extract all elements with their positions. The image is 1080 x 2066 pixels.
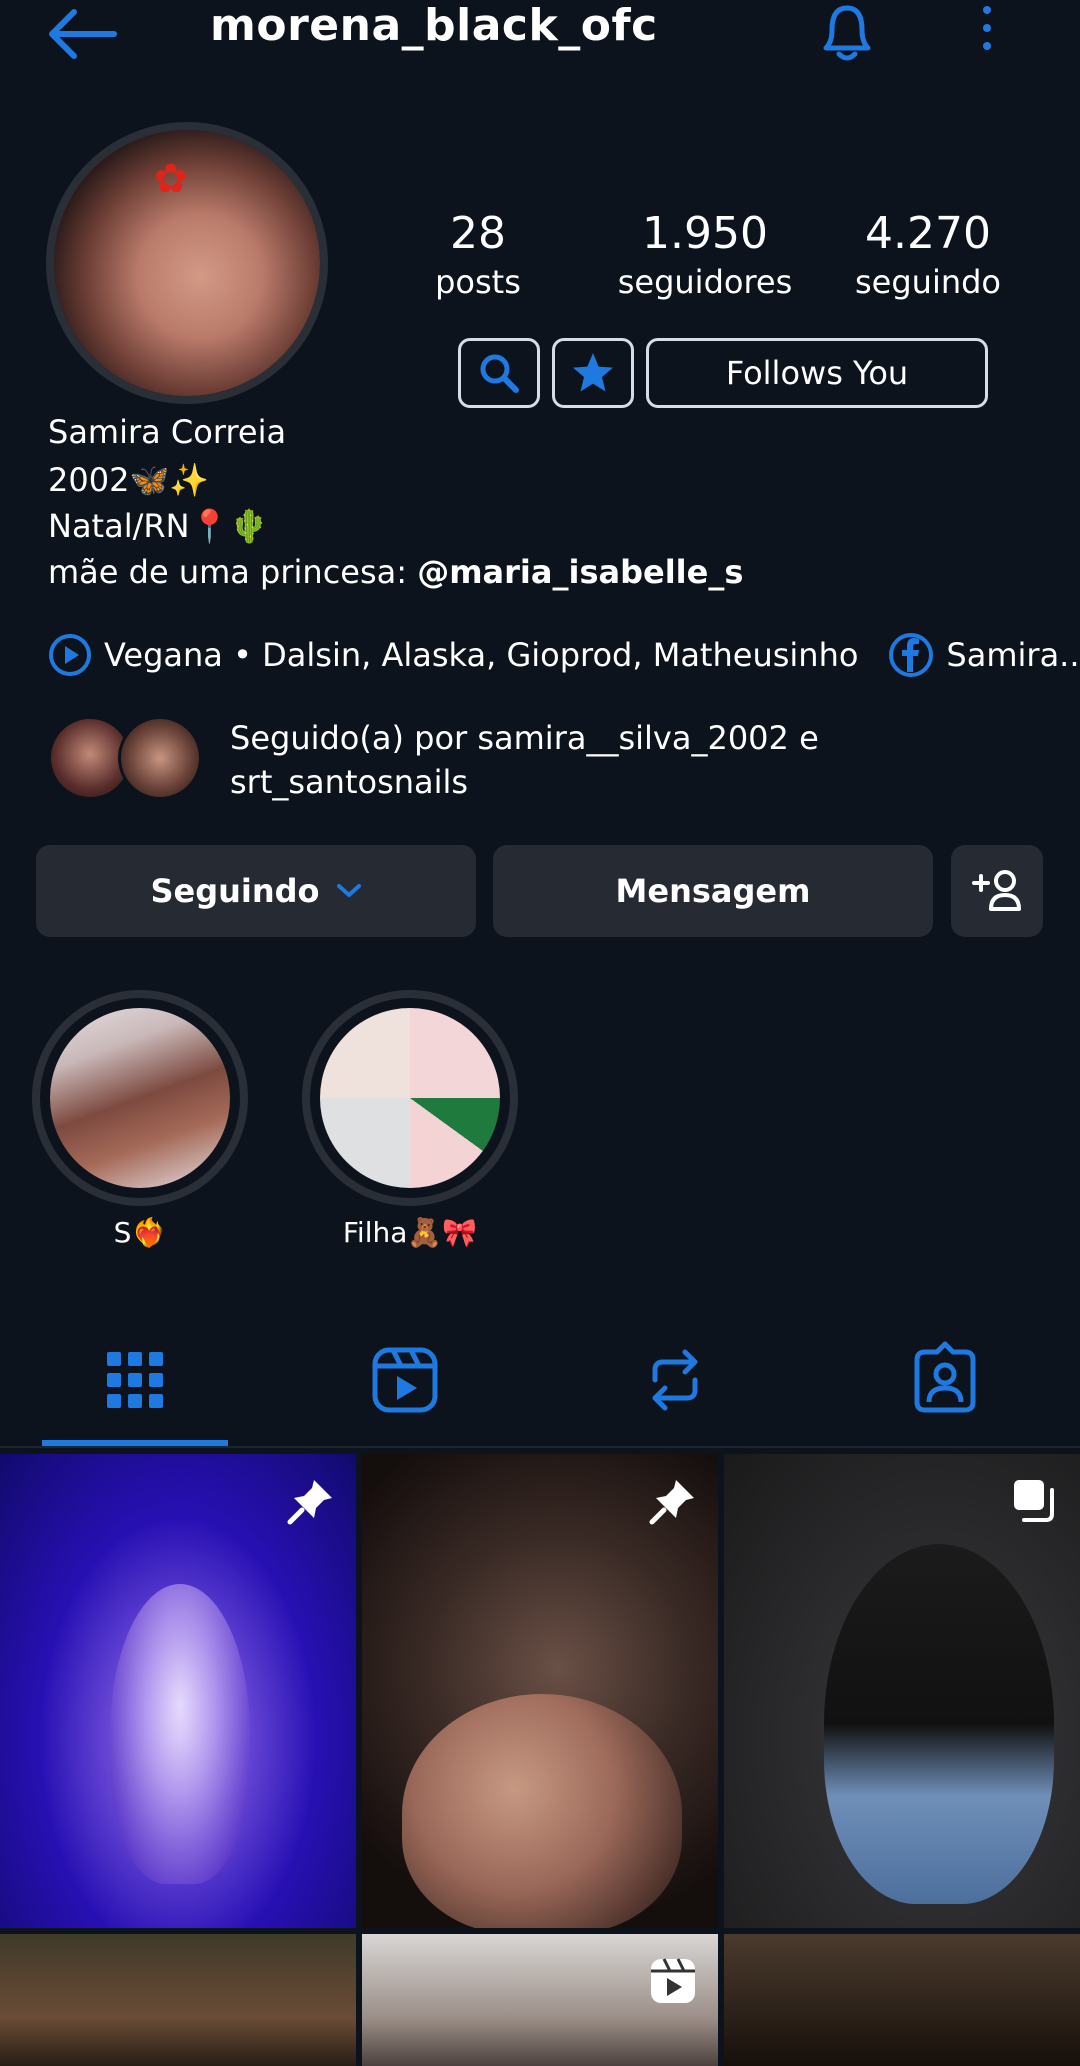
reels-icon[interactable] (365, 1340, 445, 1420)
stat-following[interactable]: 4.270 seguindo (848, 208, 1008, 301)
following-label: seguindo (854, 263, 1001, 301)
post-thumbnail[interactable] (0, 1454, 356, 1928)
posts-count: 28 (450, 208, 506, 259)
posts-label: posts (435, 263, 521, 301)
add-user-button[interactable] (951, 845, 1043, 937)
post-figure (110, 1584, 250, 1884)
following-button[interactable]: Seguindo (36, 845, 476, 937)
avatar (118, 716, 202, 800)
post-thumbnail[interactable] (724, 1934, 1080, 2066)
post-thumbnail[interactable] (362, 1934, 718, 2066)
profile-links: Vegana • Dalsin, Alaska, Gioprod, Matheu… (48, 630, 1080, 680)
search-icon (480, 354, 519, 393)
bio-mention-link[interactable]: @maria_isabelle_s (417, 553, 743, 591)
followers-count: 1.950 (642, 208, 768, 259)
play-circle-icon (49, 634, 91, 676)
chevron-down-icon (336, 884, 361, 897)
kebab-menu-icon[interactable] (970, 0, 1004, 62)
post-thumbnail[interactable] (0, 1934, 356, 2066)
profile-tabs (0, 1330, 1080, 1448)
carousel-icon (1014, 1480, 1054, 1522)
star-icon (573, 353, 613, 392)
following-count: 4.270 (865, 208, 991, 259)
story-highlight[interactable]: Filha🧸🎀 (302, 990, 518, 1249)
followers-label: seguidores (617, 263, 793, 301)
post-thumbnail[interactable] (724, 1454, 1080, 1928)
search-chip[interactable] (458, 338, 540, 408)
story-highlight[interactable]: S❤️‍🔥 (32, 990, 248, 1249)
add-user-icon (972, 870, 1021, 911)
message-button[interactable]: Mensagem (493, 845, 933, 937)
follows-you-chip: Follows You (646, 338, 988, 408)
pin-icon (287, 1480, 332, 1525)
post-thumbnail[interactable] (362, 1454, 718, 1928)
bell-icon[interactable] (812, 0, 882, 66)
following-label: Seguindo (150, 872, 320, 910)
bio-text: mãe de uma princesa: (48, 553, 418, 591)
top-bar: morena_black_ofc (0, 0, 1080, 80)
bio-line: 2002🦋✨ (48, 461, 210, 499)
facebook-link[interactable]: Samira... (946, 636, 1080, 674)
highlight-label: S❤️‍🔥 (113, 1216, 167, 1249)
grid-icon[interactable] (95, 1340, 175, 1420)
highlight-ring (32, 990, 248, 1206)
highlight-cover (50, 1008, 230, 1188)
music-link[interactable]: Vegana • Dalsin, Alaska, Gioprod, Matheu… (104, 636, 858, 674)
bio-line: Natal/RN📍🌵 (48, 507, 270, 545)
bio-line: mãe de uma princesa: @maria_isabelle_s (48, 550, 743, 594)
facebook-icon (889, 633, 934, 677)
bio-name: Samira Correia (48, 413, 287, 451)
profile-avatar[interactable]: ✿ (46, 122, 328, 404)
post-figure (402, 1694, 682, 1928)
highlight-cover (320, 1008, 500, 1188)
highlight-label: Filha🧸🎀 (342, 1216, 478, 1249)
followed-by[interactable]: Seguido(a) por samira__silva_2002 e srt_… (48, 716, 1048, 806)
stat-posts[interactable]: 28 posts (428, 208, 528, 301)
stat-followers[interactable]: 1.950 seguidores (600, 208, 810, 301)
followed-by-text: Seguido(a) por samira__silva_2002 e srt_… (230, 719, 819, 801)
profile-username: morena_black_ofc (210, 0, 658, 51)
highlight-ring (302, 990, 518, 1206)
arrow-left-icon[interactable] (44, 4, 120, 64)
pin-icon (649, 1480, 694, 1525)
star-chip[interactable] (552, 338, 634, 408)
tagged-icon[interactable] (905, 1340, 985, 1420)
reels-icon (651, 1958, 695, 2003)
flower-decoration: ✿ (154, 156, 188, 202)
post-figure (824, 1544, 1054, 1904)
divider (0, 1446, 1080, 1448)
reposts-icon[interactable] (635, 1340, 715, 1420)
